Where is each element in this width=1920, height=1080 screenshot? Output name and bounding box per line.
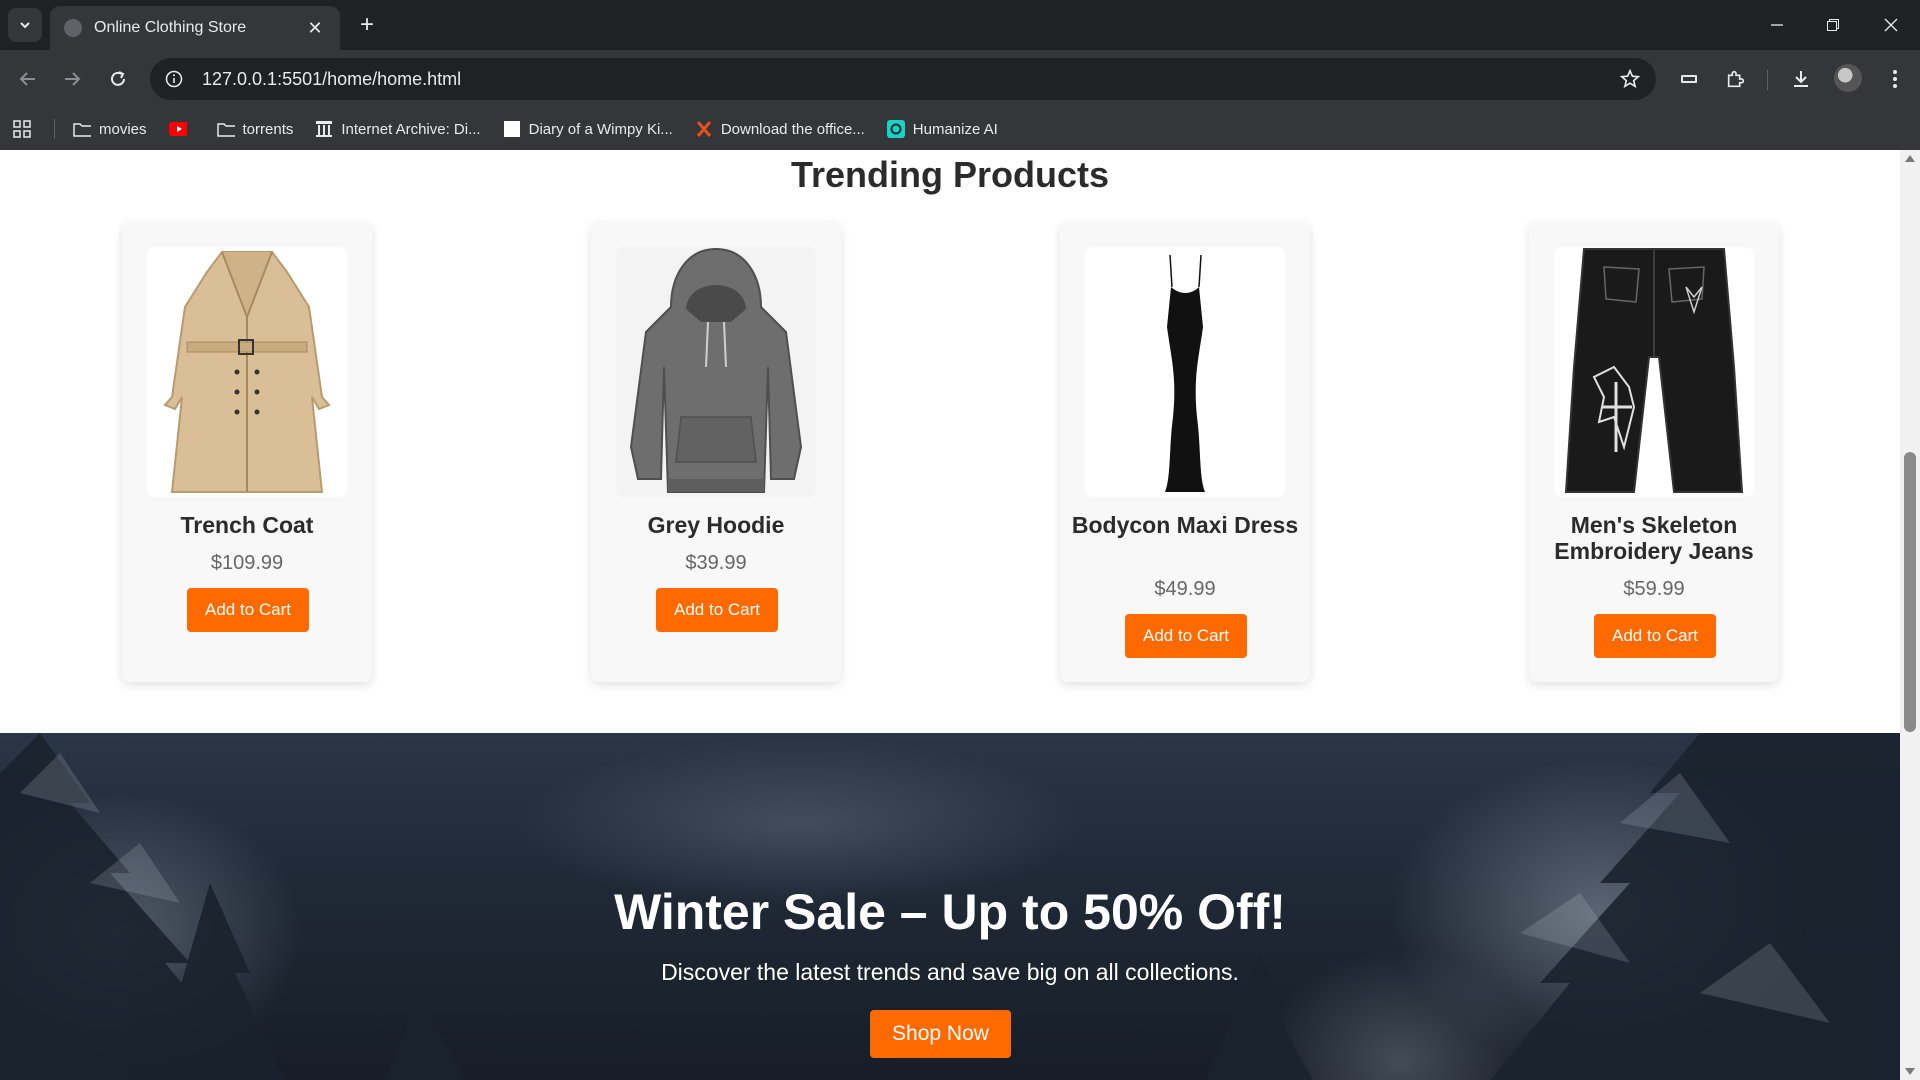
product-price: $59.99 [1623,578,1685,600]
chevron-down-icon [20,22,30,29]
bookmark-star-icon[interactable] [1618,67,1642,91]
globe-icon [64,19,82,37]
arrow-right-icon [65,72,81,86]
extensions-puzzle-icon[interactable] [1721,64,1751,94]
minimize-icon [1771,24,1783,26]
arrow-left-icon [19,72,35,86]
minimize-button[interactable] [1752,10,1802,40]
apps-grid-button[interactable] [12,119,32,139]
product-name: Trench Coat [180,512,314,538]
extension-media-icon[interactable] [1674,64,1704,94]
page-icon [503,120,521,138]
archive-icon [315,120,333,138]
bookmark-movies[interactable]: movies [73,120,147,138]
downloads-icon[interactable] [1786,64,1816,94]
close-icon [1884,18,1898,32]
restore-icon [1827,19,1839,31]
address-bar[interactable]: 127.0.0.1:5501/home/home.html [150,58,1656,100]
bookmark-label: Diary of a Wimpy Ki... [528,120,673,138]
bookmark-youtube[interactable] [168,120,195,138]
scroll-down-arrow-icon[interactable] [1905,1068,1915,1075]
product-image-trench-coat[interactable] [147,247,347,497]
tab-strip: Online Clothing Store ✕ + [0,0,1920,50]
banner-title: Winter Sale – Up to 50% Off! [614,884,1286,940]
add-to-cart-button[interactable]: Add to Cart [187,588,309,632]
reload-button[interactable] [102,63,134,95]
product-price: $49.99 [1154,578,1216,600]
bookmark-torrents[interactable]: torrents [216,120,294,138]
close-tab-icon[interactable]: ✕ [304,18,326,39]
product-name: Men's Skeleton Embroidery Jeans [1554,512,1754,564]
tab-title: Online Clothing Store [94,19,247,36]
bookmark-label: Internet Archive: Di... [341,120,481,138]
product-image-grey-hoodie[interactable] [616,247,816,497]
x-icon [695,120,713,138]
product-image-black-dress[interactable] [1085,247,1285,497]
scroll-thumb[interactable] [1904,452,1916,732]
forward-button[interactable] [56,63,88,95]
browser-toolbar: 127.0.0.1:5501/home/home.html [0,50,1920,108]
bookmark-humanize-ai[interactable]: Humanize AI [886,120,998,138]
product-card: Men's Skeleton Embroidery Jeans $59.99 A… [1529,222,1779,682]
bookmarks-bar: movies torrents Internet Archive: Di... … [0,108,1920,150]
shop-now-button[interactable]: Shop Now [870,1010,1011,1058]
folder-icon [73,120,91,138]
product-name: Bodycon Maxi Dress [1071,512,1299,538]
profile-avatar[interactable] [1834,64,1862,92]
section-title: Trending Products [790,154,1110,195]
add-to-cart-button[interactable]: Add to Cart [1125,614,1247,658]
scroll-up-arrow-icon[interactable] [1905,155,1915,162]
bookmarks-divider [54,119,55,139]
bookmark-internet-archive[interactable]: Internet Archive: Di... [315,120,481,138]
tab-search-button[interactable] [8,8,42,42]
bookmark-diary-wimpy-kid[interactable]: Diary of a Wimpy Ki... [503,120,673,138]
winter-sale-banner: Winter Sale – Up to 50% Off! Discover th… [0,733,1900,1080]
page-scrollbar[interactable] [1900,150,1920,1080]
bookmark-label: Humanize AI [912,120,998,138]
folder-icon [216,120,235,138]
close-window-button[interactable] [1866,10,1916,40]
humanize-icon [886,120,905,138]
product-card: Grey Hoodie $39.99 Add to Cart [591,222,841,682]
product-price: $109.99 [210,552,284,574]
product-card: Trench Coat $109.99 Add to Cart [122,222,372,682]
apps-grid-icon [13,120,31,138]
add-to-cart-button[interactable]: Add to Cart [656,588,778,632]
bookmark-label: torrents [242,120,294,138]
new-tab-button[interactable]: + [354,12,380,38]
banner-subtitle: Discover the latest trends and save big … [661,959,1239,985]
bookmark-label: movies [99,120,147,138]
back-button[interactable] [12,63,44,95]
url-text[interactable]: 127.0.0.1:5501/home/home.html [202,69,1618,90]
site-info-icon[interactable] [164,69,184,89]
product-image-black-jeans[interactable] [1554,247,1754,497]
product-card: Bodycon Maxi Dress $49.99 Add to Cart [1060,222,1310,682]
bookmark-download-office[interactable]: Download the office... [695,120,865,138]
reload-icon [111,71,125,86]
add-to-cart-button[interactable]: Add to Cart [1594,614,1716,658]
menu-kebab-icon[interactable] [1880,64,1910,94]
browser-tab[interactable]: Online Clothing Store ✕ [50,6,340,50]
page-viewport: Trending Products Trench Coat $109.99 Ad… [0,150,1900,1080]
bookmark-label: Download the office... [720,120,865,138]
restore-button[interactable] [1808,10,1858,40]
product-price: $39.99 [685,552,747,574]
youtube-icon [168,120,187,138]
product-name: Grey Hoodie [647,512,785,538]
toolbar-divider [1767,70,1768,90]
